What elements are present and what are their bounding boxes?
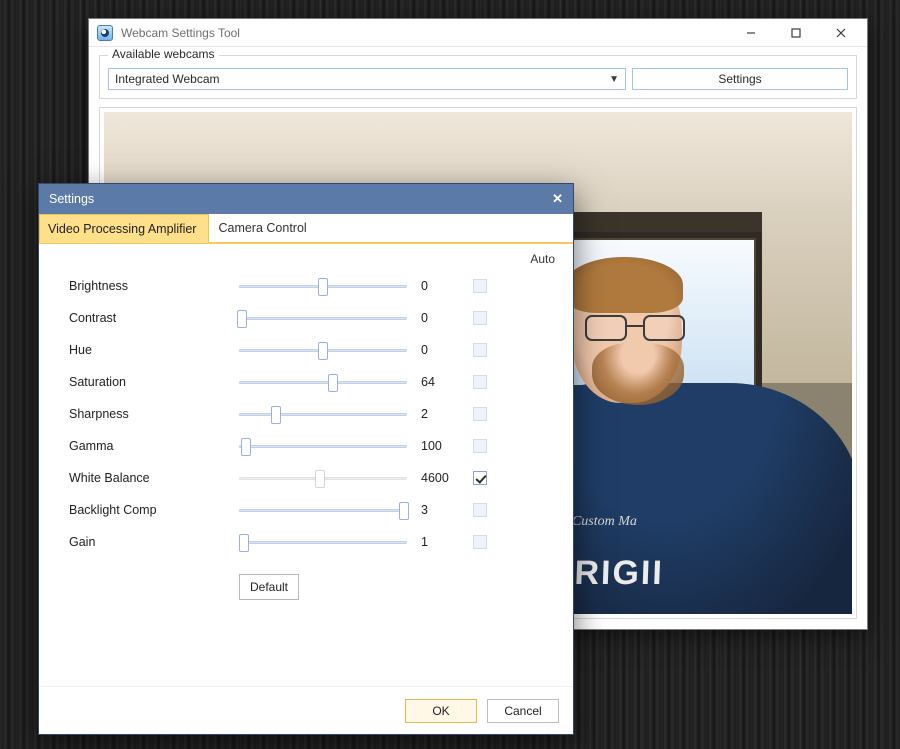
slider-label: White Balance (69, 471, 239, 485)
slider-value: 4600 (407, 471, 465, 485)
slider-thumb[interactable] (271, 406, 281, 424)
auto-checkbox[interactable] (473, 279, 487, 293)
dialog-close-icon[interactable]: ✕ (552, 191, 563, 207)
slider-label: Saturation (69, 375, 239, 389)
slider-row: Hue 0 (69, 340, 555, 360)
slider-thumb[interactable] (328, 374, 338, 392)
webcam-select-value: Integrated Webcam (115, 72, 220, 86)
slider-row: Gamma 100 (69, 436, 555, 456)
slider-thumb[interactable] (241, 438, 251, 456)
backlight-comp-slider[interactable] (239, 502, 407, 518)
window-buttons (728, 20, 863, 46)
slider-thumb[interactable] (239, 534, 249, 552)
auto-checkbox[interactable] (473, 471, 487, 485)
maximize-button[interactable] (773, 20, 818, 46)
slider-thumb[interactable] (237, 310, 247, 328)
slider-value: 0 (407, 279, 465, 293)
slider-label: Gamma (69, 439, 239, 453)
white-balance-slider (239, 470, 407, 486)
slider-thumb (315, 470, 325, 488)
ok-button[interactable]: OK (405, 699, 477, 723)
default-button[interactable]: Default (239, 574, 299, 600)
contrast-slider[interactable] (239, 310, 407, 326)
slider-value: 64 (407, 375, 465, 389)
tab-video-proc-amp[interactable]: Video Processing Amplifier (39, 214, 209, 243)
slider-track (239, 445, 407, 448)
auto-checkbox[interactable] (473, 375, 487, 389)
titlebar: Webcam Settings Tool (89, 19, 867, 47)
slider-row: Brightness 0 (69, 276, 555, 296)
slider-label: Hue (69, 343, 239, 357)
slider-track (239, 541, 407, 544)
chevron-down-icon: ▼ (609, 74, 619, 85)
tabs: Video Processing Amplifier Camera Contro… (39, 214, 573, 244)
auto-checkbox[interactable] (473, 311, 487, 325)
auto-checkbox[interactable] (473, 503, 487, 517)
slider-row: Saturation 64 (69, 372, 555, 392)
gamma-slider[interactable] (239, 438, 407, 454)
slider-track (239, 413, 407, 416)
slider-row: Contrast 0 (69, 308, 555, 328)
gain-slider[interactable] (239, 534, 407, 550)
tab-camera-control[interactable]: Camera Control (209, 214, 319, 242)
slider-value: 100 (407, 439, 465, 453)
saturation-slider[interactable] (239, 374, 407, 390)
auto-checkbox[interactable] (473, 343, 487, 357)
slider-row: White Balance 4600 (69, 468, 555, 488)
auto-checkbox[interactable] (473, 407, 487, 421)
group-label: Available webcams (108, 47, 219, 61)
sharpness-slider[interactable] (239, 406, 407, 422)
dialog-buttons: OK Cancel (39, 686, 573, 734)
settings-button[interactable]: Settings (632, 68, 848, 90)
auto-column-header: Auto (530, 252, 555, 266)
slider-value: 3 (407, 503, 465, 517)
hue-slider[interactable] (239, 342, 407, 358)
auto-checkbox[interactable] (473, 535, 487, 549)
slider-label: Backlight Comp (69, 503, 239, 517)
slider-label: Brightness (69, 279, 239, 293)
slider-thumb[interactable] (399, 502, 409, 520)
slider-row: Backlight Comp 3 (69, 500, 555, 520)
slider-label: Sharpness (69, 407, 239, 421)
webcam-app-icon (97, 25, 113, 41)
cancel-button[interactable]: Cancel (487, 699, 559, 723)
slider-list: Brightness 0 Contrast 0 Hue 0 Saturation 64 Shar… (69, 276, 555, 552)
slider-track (239, 317, 407, 320)
slider-row: Sharpness 2 (69, 404, 555, 424)
slider-label: Contrast (69, 311, 239, 325)
slider-thumb[interactable] (318, 342, 328, 360)
webcam-select[interactable]: Integrated Webcam ▼ (108, 68, 626, 90)
slider-value: 2 (407, 407, 465, 421)
slider-row: Gain 1 (69, 532, 555, 552)
slider-value: 0 (407, 343, 465, 357)
slider-label: Gain (69, 535, 239, 549)
slider-track (239, 381, 407, 384)
slider-thumb[interactable] (318, 278, 328, 296)
slider-track (239, 509, 407, 512)
auto-checkbox[interactable] (473, 439, 487, 453)
slider-value: 0 (407, 311, 465, 325)
dialog-titlebar: Settings ✕ (39, 184, 573, 214)
minimize-button[interactable] (728, 20, 773, 46)
brightness-slider[interactable] (239, 278, 407, 294)
close-button[interactable] (818, 20, 863, 46)
tab-body: Auto Brightness 0 Contrast 0 Hue 0 Saturation 6… (39, 244, 573, 686)
dialog-title: Settings (49, 192, 94, 206)
slider-value: 1 (407, 535, 465, 549)
window-title: Webcam Settings Tool (121, 26, 728, 40)
available-webcams-group: Available webcams Integrated Webcam ▼ Se… (99, 55, 857, 99)
settings-dialog: Settings ✕ Video Processing Amplifier Ca… (38, 183, 574, 735)
